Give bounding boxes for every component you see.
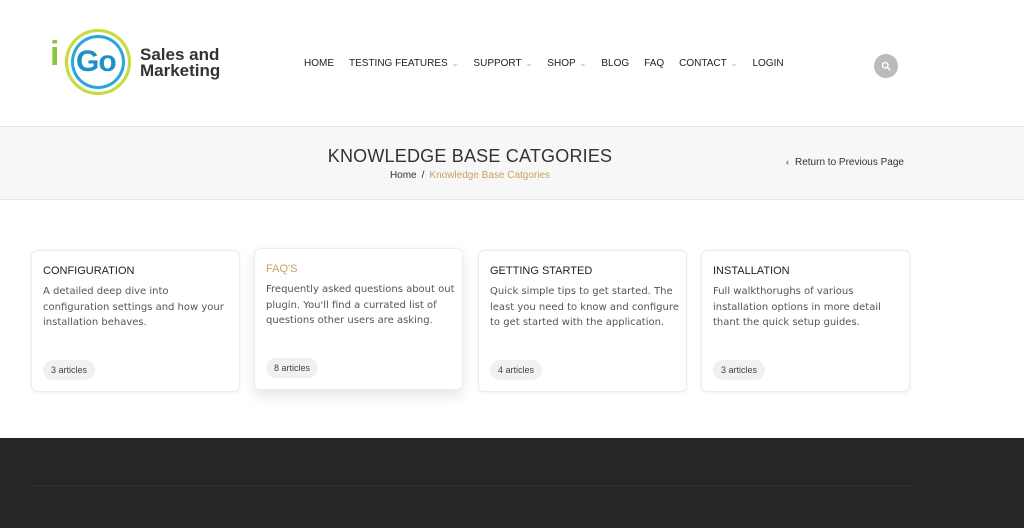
article-count-badge[interactable]: 3 articles <box>43 360 96 380</box>
nav-item-home[interactable]: HOME <box>304 56 334 70</box>
nav-label: TESTING FEATURES <box>349 57 448 69</box>
category-card-getting-started[interactable]: GETTING STARTED Quick simple tips to get… <box>478 250 687 392</box>
return-to-previous-link[interactable]: ‹ Return to Previous Page <box>786 157 904 168</box>
nav-label: HOME <box>304 57 334 69</box>
search-button[interactable] <box>874 54 898 78</box>
nav-label: SUPPORT <box>473 57 522 69</box>
nav-label: CONTACT <box>679 57 727 69</box>
logo-text-line2: Marketing <box>140 61 221 80</box>
card-description: Frequently asked questions about out plu… <box>266 284 455 326</box>
logo-mark-i: i <box>50 35 60 73</box>
chevron-down-icon: ⌄ <box>579 58 587 68</box>
nav-label: LOGIN <box>752 57 784 69</box>
main-nav: HOME TESTING FEATURES ⌄ SUPPORT ⌄ SHOP ⌄ BL… <box>304 56 799 70</box>
card-description: Full walkthorughs of various installatio… <box>713 286 881 328</box>
chevron-left-icon: ‹ <box>786 157 789 167</box>
nav-item-faq[interactable]: FAQ <box>644 56 664 70</box>
nav-item-testing-features[interactable]: TESTING FEATURES ⌄ <box>349 56 458 70</box>
nav-label: SHOP <box>547 57 576 69</box>
article-count-badge[interactable]: 8 articles <box>266 358 319 378</box>
nav-item-blog[interactable]: BLOG <box>601 56 629 70</box>
card-description: A detailed deep dive into configuration … <box>43 286 224 328</box>
category-card-faqs[interactable]: FAQ'S Frequently asked questions about o… <box>254 248 463 390</box>
nav-label: BLOG <box>601 57 630 69</box>
search-icon <box>881 61 891 71</box>
nav-item-shop[interactable]: SHOP ⌄ <box>547 56 586 70</box>
nav-item-login[interactable]: LOGIN <box>752 56 783 70</box>
site-logo[interactable]: i Go Sales and Marketing <box>50 27 230 101</box>
category-card-installation[interactable]: INSTALLATION Full walkthorughs of variou… <box>701 250 910 392</box>
nav-item-support[interactable]: SUPPORT ⌄ <box>473 56 532 70</box>
site-footer <box>0 438 1024 528</box>
card-title[interactable]: CONFIGURATION <box>43 265 134 277</box>
logo-text: Sales and Marketing <box>140 46 221 80</box>
chevron-down-icon: ⌄ <box>730 58 738 68</box>
site-header: i Go Sales and Marketing HOME TESTING FE… <box>0 0 1024 126</box>
nav-item-contact[interactable]: CONTACT ⌄ <box>679 56 737 70</box>
chevron-down-icon: ⌄ <box>525 58 533 68</box>
card-title[interactable]: FAQ'S <box>266 263 297 275</box>
chevron-down-icon: ⌄ <box>451 58 459 68</box>
breadcrumb: Home / Knowledge Base Catgories <box>0 170 940 181</box>
category-card-configuration[interactable]: CONFIGURATION A detailed deep dive into … <box>31 250 240 392</box>
card-title[interactable]: GETTING STARTED <box>490 265 592 277</box>
article-count-badge[interactable]: 3 articles <box>713 360 766 380</box>
footer-divider <box>31 485 912 486</box>
breadcrumb-separator: / <box>421 170 425 181</box>
return-link-label: Return to Previous Page <box>795 157 904 168</box>
breadcrumb-home-link[interactable]: Home <box>390 170 417 181</box>
article-count-badge[interactable]: 4 articles <box>490 360 543 380</box>
breadcrumb-current: Knowledge Base Catgories <box>429 170 551 181</box>
logo-mark-go: Go <box>76 45 117 78</box>
page-title-bar: KNOWLEDGE BASE CATGORIES Home / Knowledge … <box>0 126 1024 200</box>
card-description: Quick simple tips to get started. The le… <box>490 286 679 328</box>
nav-label: FAQ <box>644 57 665 69</box>
card-title[interactable]: INSTALLATION <box>713 265 790 277</box>
